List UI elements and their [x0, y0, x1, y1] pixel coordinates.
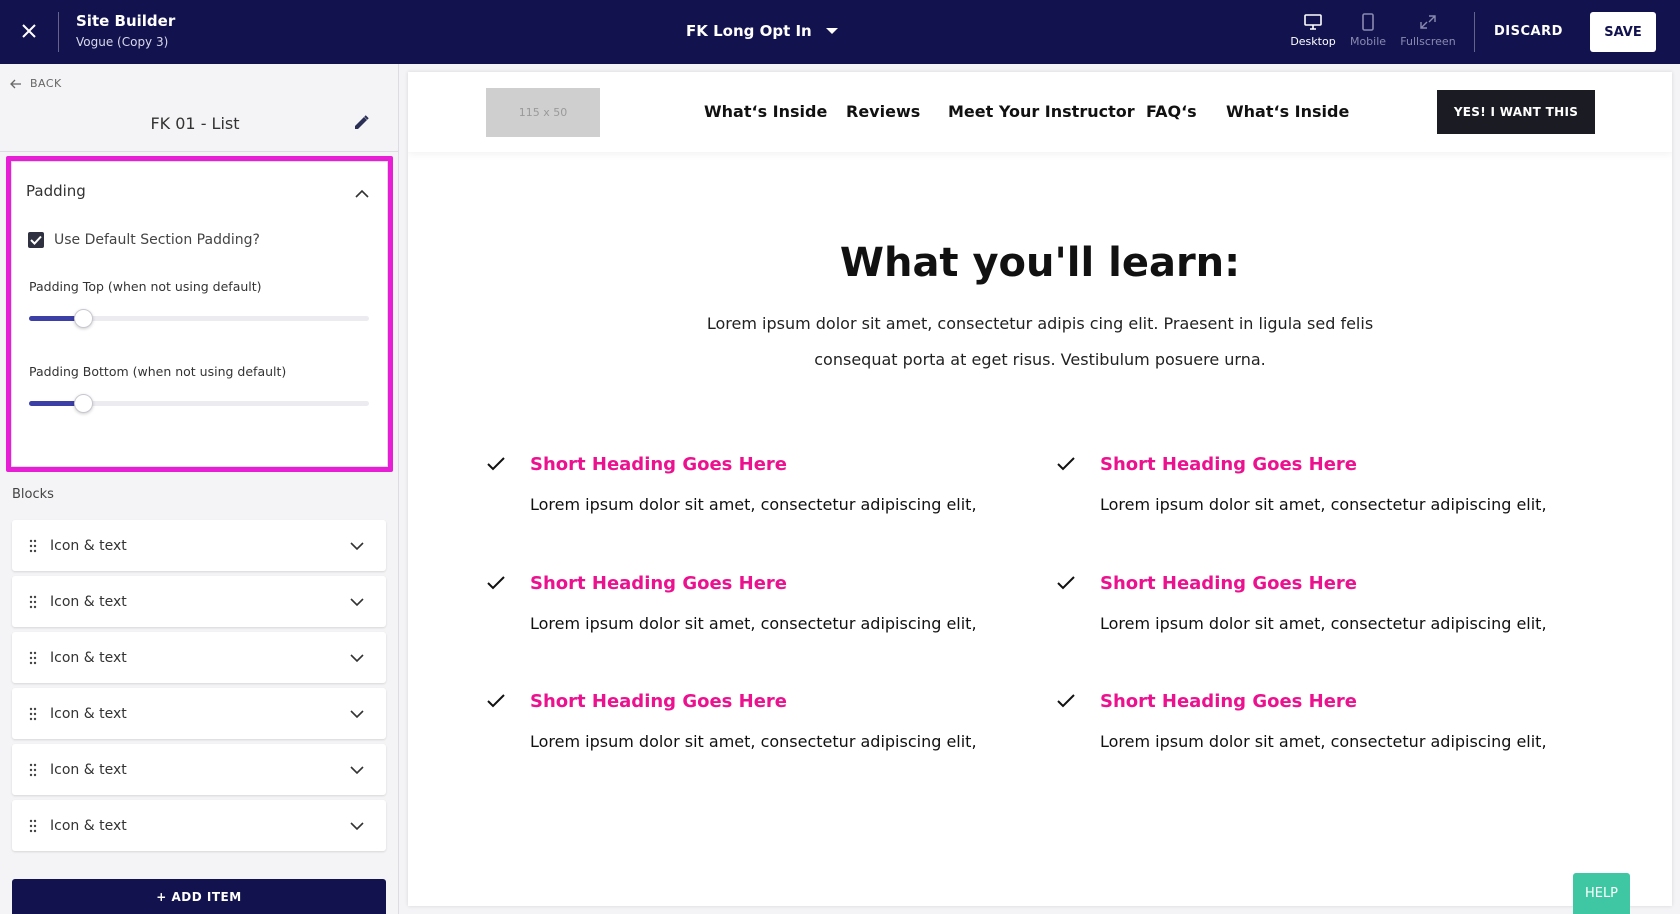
feature-heading: Short Heading Goes Here	[530, 691, 788, 712]
view-fullscreen-button[interactable]: Fullscreen	[1398, 13, 1458, 48]
chevron-down-icon[interactable]	[350, 597, 364, 607]
slider-handle[interactable]	[74, 394, 94, 413]
checkmark-icon	[487, 457, 505, 471]
section-intro: Lorem ipsum dolor sit amet, consectetur …	[706, 314, 1374, 369]
padding-panel-title: Padding	[26, 182, 86, 200]
mobile-icon	[1362, 13, 1374, 31]
discard-button[interactable]: DISCARD	[1494, 24, 1563, 39]
caret-down-icon	[825, 28, 838, 34]
checkmark-icon	[1057, 576, 1075, 590]
block-item[interactable]: Icon & text	[12, 576, 386, 627]
feature-heading: Short Heading Goes Here	[530, 573, 788, 594]
feature-body: Lorem ipsum dolor sit amet, consectetur …	[1100, 614, 1547, 633]
page-selector[interactable]: FK Long Opt In	[686, 22, 838, 40]
chevron-down-icon[interactable]	[350, 765, 364, 775]
block-item-label: Icon & text	[50, 705, 127, 722]
block-item-label: Icon & text	[50, 537, 127, 554]
view-desktop-label: Desktop	[1290, 35, 1336, 48]
slider-handle[interactable]	[74, 309, 94, 328]
sidebar: BACK FK 01 - List Padding Use Default Se…	[0, 64, 399, 914]
padding-bottom-slider[interactable]	[29, 391, 369, 415]
block-item[interactable]: Icon & text	[12, 800, 386, 851]
checkmark-icon	[1057, 694, 1075, 708]
chevron-down-icon[interactable]	[350, 541, 364, 551]
checkmark-icon	[1057, 457, 1075, 471]
pencil-icon[interactable]	[352, 114, 370, 136]
chevron-down-icon[interactable]	[350, 709, 364, 719]
checkbox-checked-icon	[28, 232, 44, 248]
chevron-up-icon[interactable]	[355, 184, 369, 203]
chevron-down-icon[interactable]	[350, 653, 364, 663]
view-desktop-button[interactable]: Desktop	[1283, 13, 1343, 48]
nav-link[interactable]: What‘s Inside	[704, 102, 827, 121]
feature-body: Lorem ipsum dolor sit amet, consectetur …	[1100, 495, 1547, 514]
use-default-padding-checkbox[interactable]: Use Default Section Padding?	[28, 232, 260, 248]
blocks-heading: Blocks	[12, 487, 54, 502]
drag-handle-icon[interactable]	[28, 594, 38, 610]
block-item[interactable]: Icon & text	[12, 688, 386, 739]
close-icon[interactable]	[18, 20, 40, 42]
feature-heading: Short Heading Goes Here	[1100, 691, 1358, 712]
feature-heading: Short Heading Goes Here	[1100, 454, 1358, 475]
checkmark-icon	[487, 576, 505, 590]
view-mobile-button[interactable]: Mobile	[1338, 13, 1398, 48]
feature-heading: Short Heading Goes Here	[1100, 573, 1358, 594]
block-item-label: Icon & text	[50, 817, 127, 834]
page-preview: 115 x 50 What‘s Inside Reviews Meet Your…	[408, 72, 1672, 906]
help-button[interactable]: HELP	[1573, 873, 1630, 914]
block-item-label: Icon & text	[50, 593, 127, 610]
padding-panel: Padding Use Default Section Padding? Pad…	[6, 156, 393, 472]
drag-handle-icon[interactable]	[28, 538, 38, 554]
feature-body: Lorem ipsum dolor sit amet, consectetur …	[530, 732, 977, 751]
block-item-label: Icon & text	[50, 649, 127, 666]
nav-link[interactable]: Reviews	[846, 102, 920, 121]
feature-body: Lorem ipsum dolor sit amet, consectetur …	[1100, 732, 1547, 751]
feature-body: Lorem ipsum dolor sit amet, consectetur …	[530, 495, 977, 514]
block-item-label: Icon & text	[50, 761, 127, 778]
block-item[interactable]: Icon & text	[12, 632, 386, 683]
site-name: Vogue (Copy 3)	[76, 35, 169, 49]
block-item[interactable]: Icon & text	[12, 744, 386, 795]
feature-body: Lorem ipsum dolor sit amet, consectetur …	[530, 614, 977, 633]
section-heading: What you'll learn:	[839, 240, 1241, 286]
padding-top-slider[interactable]	[29, 306, 369, 330]
section-title: FK 01 - List	[150, 114, 240, 133]
divider	[0, 151, 398, 152]
drag-handle-icon[interactable]	[28, 762, 38, 778]
back-button[interactable]: BACK	[10, 77, 62, 90]
back-label: BACK	[30, 77, 62, 90]
drag-handle-icon[interactable]	[28, 650, 38, 666]
drag-handle-icon[interactable]	[28, 706, 38, 722]
preview-header: 115 x 50 What‘s Inside Reviews Meet Your…	[408, 72, 1672, 152]
checkmark-icon	[487, 694, 505, 708]
nav-link[interactable]: Meet Your Instructor	[948, 102, 1135, 121]
divider	[1474, 12, 1475, 52]
use-default-padding-label: Use Default Section Padding?	[54, 232, 260, 248]
feature-heading: Short Heading Goes Here	[530, 454, 788, 475]
padding-top-label: Padding Top (when not using default)	[29, 279, 262, 294]
divider	[58, 12, 59, 52]
arrow-left-icon	[10, 79, 21, 88]
page-selector-label: FK Long Opt In	[686, 22, 812, 40]
app-title: Site Builder	[76, 12, 176, 30]
save-button[interactable]: SAVE	[1590, 12, 1656, 52]
block-item[interactable]: Icon & text	[12, 520, 386, 571]
padding-bottom-label: Padding Bottom (when not using default)	[29, 364, 287, 379]
drag-handle-icon[interactable]	[28, 818, 38, 834]
desktop-icon	[1304, 14, 1322, 30]
top-bar: Site Builder Vogue (Copy 3) FK Long Opt …	[0, 0, 1680, 64]
nav-link[interactable]: What‘s Inside	[1226, 102, 1349, 121]
add-item-button[interactable]: + ADD ITEM	[12, 879, 386, 914]
view-fullscreen-label: Fullscreen	[1400, 35, 1456, 48]
cta-button[interactable]: YES! I WANT THIS	[1437, 90, 1595, 134]
view-mobile-label: Mobile	[1349, 35, 1387, 48]
chevron-down-icon[interactable]	[350, 821, 364, 831]
logo-placeholder[interactable]: 115 x 50	[486, 88, 600, 137]
fullscreen-icon	[1420, 15, 1436, 29]
nav-link[interactable]: FAQ‘s	[1146, 102, 1197, 121]
